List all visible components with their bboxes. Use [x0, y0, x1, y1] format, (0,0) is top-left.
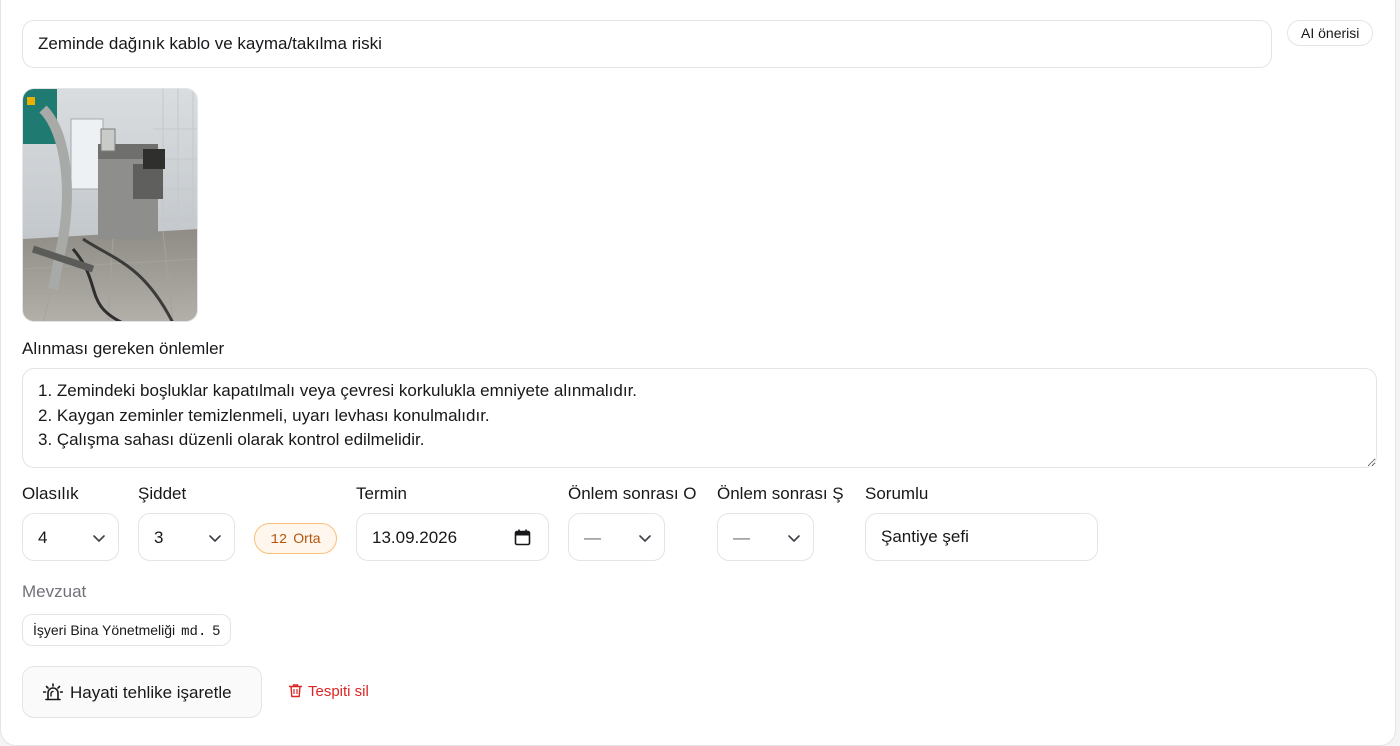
delete-finding-link[interactable]: Tespiti sil: [288, 683, 369, 700]
trash-icon: [288, 684, 303, 698]
severity-label: Şiddet: [138, 484, 187, 503]
responsible-input[interactable]: [865, 513, 1098, 561]
regulation-number: 5: [212, 622, 221, 638]
regulation-article: md.: [181, 624, 207, 640]
measures-textarea[interactable]: 1. Zemindeki boşluklar kapatılmalı veya …: [22, 368, 1377, 468]
risk-score: 12: [270, 532, 288, 548]
risk-score-badge: 12 Orta: [254, 523, 337, 554]
ai-suggestion-button[interactable]: AI önerisi: [1287, 20, 1374, 46]
severity-value: 3: [154, 528, 164, 547]
chevron-down-icon: [209, 535, 221, 542]
regulation-label: Mevzuat: [22, 582, 87, 601]
mark-life-threatening-button[interactable]: Hayati tehlike işaretle: [22, 666, 262, 718]
deadline-date-input[interactable]: 13.09.2026: [356, 513, 549, 561]
factory-photo-image: [23, 89, 197, 321]
mark-life-threatening-label: Hayati tehlike işaretle: [70, 683, 232, 702]
risk-level: Orta: [293, 530, 321, 546]
deadline-value: 13.09.2026: [372, 528, 458, 547]
post-probability-select[interactable]: —: [568, 513, 665, 561]
severity-select[interactable]: 3: [138, 513, 235, 561]
post-severity-select[interactable]: —: [717, 513, 814, 561]
chevron-down-icon: [788, 535, 800, 542]
post-severity-label: Önlem sonrası Ş: [717, 484, 844, 503]
probability-label: Olasılık: [22, 484, 79, 503]
probability-value: 4: [38, 528, 48, 547]
measures-label: Alınması gereken önlemler: [22, 339, 225, 358]
deadline-label: Termin: [356, 484, 408, 503]
finding-photo[interactable]: [22, 88, 198, 322]
chevron-down-icon: [639, 535, 651, 542]
regulation-name: İşyeri Bina Yönetmeliği: [33, 622, 176, 638]
probability-select[interactable]: 4: [22, 513, 119, 561]
calendar-icon[interactable]: [514, 529, 531, 546]
finding-title-input[interactable]: [22, 20, 1272, 68]
post-probability-value: —: [584, 528, 601, 547]
siren-icon: [43, 683, 63, 701]
post-probability-label: Önlem sonrası O: [568, 484, 697, 503]
post-severity-value: —: [733, 528, 750, 547]
chevron-down-icon: [93, 535, 105, 542]
delete-finding-label: Tespiti sil: [308, 683, 369, 700]
responsible-label: Sorumlu: [865, 484, 929, 503]
finding-card: AI önerisi: [0, 0, 1396, 746]
regulation-chip[interactable]: İşyeri Bina Yönetmeliği md. 5: [22, 614, 232, 646]
